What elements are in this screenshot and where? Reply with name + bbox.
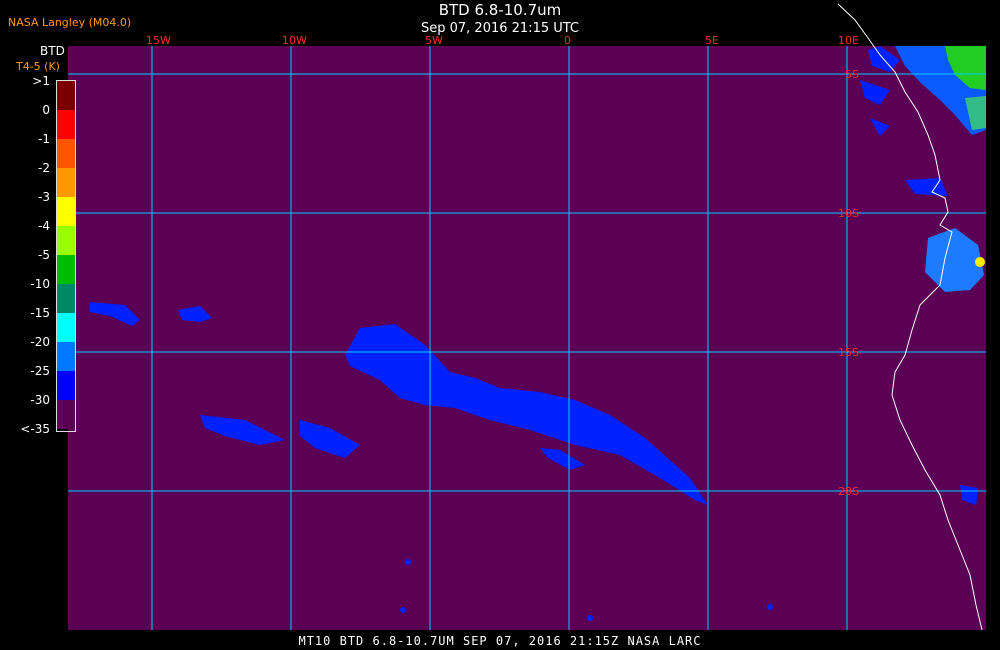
color-swatch (57, 168, 75, 197)
color-scale-label: -1 (38, 132, 50, 146)
product-title: BTD 6.8-10.7um (438, 1, 562, 19)
color-swatch (57, 255, 75, 284)
color-scale-label: -30 (30, 393, 50, 407)
color-scale-label: -2 (38, 161, 50, 175)
image-area (68, 46, 986, 630)
color-swatch (57, 284, 75, 313)
color-scale-label: -4 (38, 219, 50, 233)
lat-label-20s: 20S (838, 485, 859, 498)
color-scale-label: <-35 (20, 422, 50, 436)
color-swatch (57, 226, 75, 255)
color-scale-label: -3 (38, 190, 50, 204)
color-swatch (57, 400, 75, 429)
color-swatch (57, 81, 75, 110)
color-swatch (57, 313, 75, 342)
satellite-map: 15W 10W 5W 0 5E 10E 5S 10S 15S 20S (68, 3, 986, 631)
color-scale-label: -15 (30, 306, 50, 320)
color-swatch (57, 110, 75, 139)
color-swatch (57, 197, 75, 226)
color-swatch (57, 342, 75, 371)
color-swatch (57, 371, 75, 400)
color-scale-label: -20 (30, 335, 50, 349)
lat-label-15s: 15S (838, 346, 859, 359)
color-scale-label: 0 (42, 103, 50, 117)
footer-caption: MT10 BTD 6.8-10.7UM SEP 07, 2016 21:15Z … (298, 634, 702, 648)
color-swatch (57, 139, 75, 168)
cloud-cell-core (975, 257, 985, 267)
color-scale-label: -10 (30, 277, 50, 291)
timestamp: Sep 07, 2016 21:15 UTC (420, 21, 580, 36)
color-scale (56, 80, 76, 432)
lat-label-10s: 10S (838, 207, 859, 220)
legend-unit: T4-5 (K) (16, 60, 60, 73)
lat-label-5s: 5S (845, 68, 859, 81)
legend-title: BTD (40, 44, 65, 58)
color-scale-label: >1 (32, 74, 50, 88)
color-scale-label: -25 (30, 364, 50, 378)
color-scale-label: -5 (38, 248, 50, 262)
